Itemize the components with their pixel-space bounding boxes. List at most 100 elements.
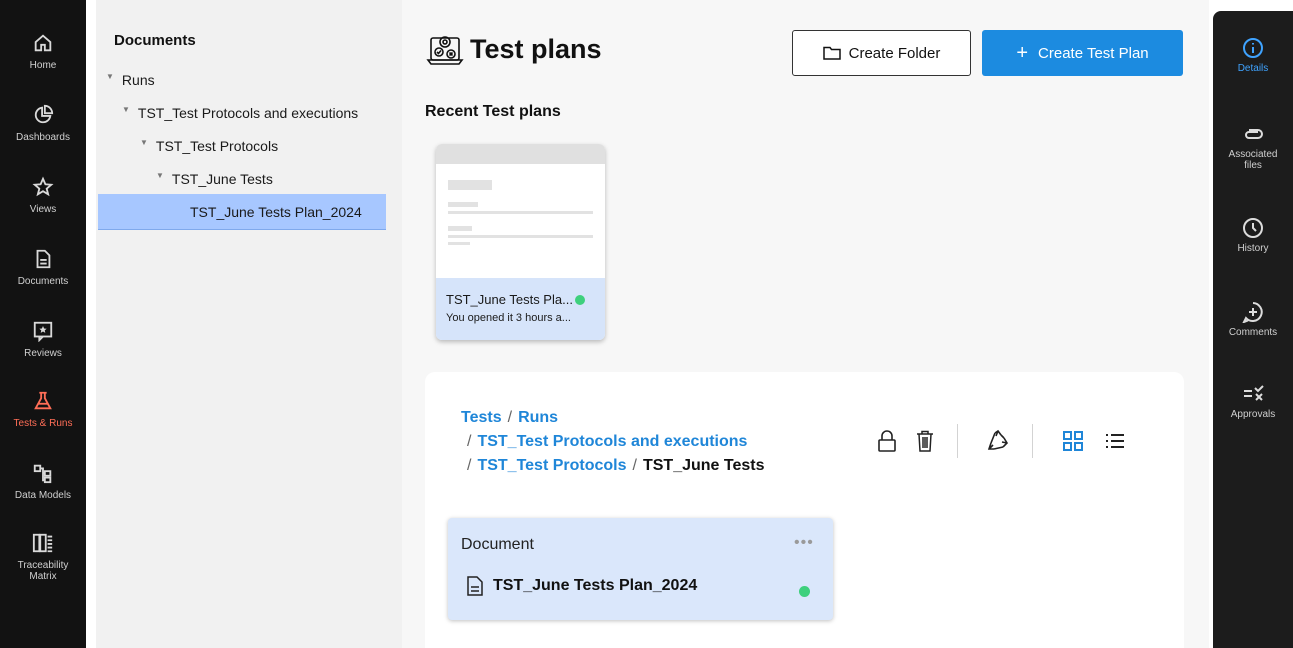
breadcrumb-separator: /: [467, 433, 472, 450]
document-name: TST_June Tests Plan_2024: [493, 577, 698, 594]
card-name: TST_June Tests Pla...: [446, 292, 573, 307]
info-icon: [1243, 38, 1263, 58]
breadcrumb-separator: /: [632, 457, 637, 474]
card-subtitle: You opened it 3 hours a...: [446, 312, 571, 324]
card-preview-thumbnail: [436, 164, 605, 278]
grid-view-icon: [1063, 431, 1083, 451]
tree-item-test-protocols[interactable]: ▼ TST_Test Protocols: [140, 138, 279, 155]
card-header-bar: [436, 144, 605, 164]
nav-item-views[interactable]: Views: [0, 176, 86, 215]
matrix-icon: [32, 533, 53, 553]
data-model-icon: [33, 464, 52, 484]
tree-item-june-tests-plan-selected[interactable]: TST_June Tests Plan_2024: [98, 194, 386, 230]
nav-label: Reviews: [24, 348, 62, 359]
tree-title: Documents: [114, 32, 196, 49]
caret-down-icon[interactable]: ▼: [156, 171, 164, 180]
breadcrumb-protocols-executions[interactable]: TST_Test Protocols and executions: [477, 433, 747, 450]
nav-item-dashboards[interactable]: Dashboards: [0, 104, 86, 143]
nav-label: Documents: [17, 276, 69, 287]
details-rail: Details Associated files History Comment…: [1213, 11, 1293, 648]
recent-section-title: Recent Test plans: [425, 103, 561, 120]
page-header: Test plans: [426, 30, 602, 68]
main-content: Test plans Create Folder + Create Test P…: [402, 0, 1209, 648]
tree-item-runs[interactable]: ▼ Runs: [106, 72, 155, 89]
breadcrumb-separator: /: [467, 457, 472, 474]
document-card-header: Document: [461, 536, 534, 553]
nav-label: Home: [29, 60, 57, 71]
nav-label: Tests & Runs: [13, 418, 73, 429]
list-view-icon: [1106, 434, 1124, 448]
toolbar-divider: [1032, 424, 1033, 458]
nav-label: Dashboards: [16, 132, 70, 143]
tree-item-label: Runs: [121, 72, 155, 88]
create-test-plan-button[interactable]: + Create Test Plan: [982, 30, 1183, 76]
document-icon: [36, 249, 51, 269]
dashboards-icon: [34, 104, 54, 124]
caret-down-icon[interactable]: ▼: [140, 138, 148, 147]
status-dot: [799, 586, 810, 597]
recycle-icon: [987, 429, 1009, 450]
trash-icon: [917, 430, 933, 452]
left-gutter: [86, 0, 96, 648]
clock-icon: [1243, 218, 1263, 238]
nav-item-reviews[interactable]: Reviews: [0, 320, 86, 359]
lock-button[interactable]: [875, 429, 899, 453]
caret-down-icon[interactable]: ▼: [106, 72, 114, 81]
tree-item-june-tests[interactable]: ▼ TST_June Tests: [156, 171, 273, 188]
status-dot: [574, 294, 585, 305]
list-view-button[interactable]: [1103, 429, 1127, 453]
star-icon: [32, 176, 54, 197]
lock-icon: [878, 430, 896, 452]
nav-label: Traceability Matrix: [17, 560, 69, 582]
card-footer: TST_June Tests Pla... You opened it 3 ho…: [436, 278, 605, 340]
folder-toolbar: [875, 424, 1127, 458]
folder-browser-panel: Tests / Runs / TST_Test Protocols and execu…: [425, 372, 1184, 648]
rail-label: Associated files: [1228, 149, 1278, 171]
plus-icon: +: [1016, 42, 1029, 64]
delete-button[interactable]: [913, 429, 937, 453]
folder-icon: [822, 46, 841, 60]
breadcrumb: Tests / Runs / TST_Test Protocols and execu…: [461, 406, 764, 478]
breadcrumb-separator: /: [507, 409, 513, 426]
toolbar-divider: [957, 424, 958, 458]
document-link[interactable]: TST_June Tests Plan_2024: [467, 576, 697, 596]
tree-item-label: TST_Test Protocols: [155, 138, 279, 154]
review-star-icon: [33, 321, 53, 342]
flask-icon: [34, 391, 52, 410]
page-title: Test plans: [470, 33, 602, 64]
card-name-row: TST_June Tests Pla...: [446, 292, 595, 307]
nav-item-traceability-matrix[interactable]: Traceability Matrix: [0, 532, 86, 582]
rail-item-approvals[interactable]: Approvals: [1213, 385, 1293, 420]
nav-item-data-models[interactable]: Data Models: [0, 462, 86, 501]
caret-down-icon[interactable]: ▼: [122, 105, 130, 114]
nav-item-documents[interactable]: Documents: [0, 248, 86, 287]
file-icon: [467, 576, 483, 596]
nav-item-tests-runs[interactable]: Tests & Runs: [0, 390, 86, 429]
create-folder-button[interactable]: Create Folder: [792, 30, 971, 76]
document-card[interactable]: Document ••• TST_June Tests Plan_2024: [448, 518, 833, 620]
breadcrumb-runs[interactable]: Runs: [518, 409, 558, 426]
rail-item-comments[interactable]: Comments: [1213, 301, 1293, 338]
tree-item-label: TST_June Tests Plan_2024: [190, 203, 362, 220]
more-options-icon[interactable]: •••: [794, 534, 814, 552]
tree-item-test-protocols-executions[interactable]: ▼ TST_Test Protocols and executions: [122, 105, 358, 122]
tree-item-label: TST_June Tests: [171, 171, 273, 187]
breadcrumb-protocols[interactable]: TST_Test Protocols: [477, 457, 626, 474]
grid-view-button[interactable]: [1061, 429, 1085, 453]
rail-label: History: [1237, 243, 1269, 254]
rail-item-associated-files[interactable]: Associated files: [1213, 125, 1293, 171]
rail-item-details[interactable]: Details: [1213, 37, 1293, 74]
recycle-button[interactable]: [986, 429, 1010, 453]
breadcrumb-tests[interactable]: Tests: [461, 409, 502, 426]
nav-item-home[interactable]: Home: [0, 32, 86, 71]
recent-test-plan-card[interactable]: TST_June Tests Pla... You opened it 3 ho…: [436, 144, 605, 340]
nav-label: Views: [29, 204, 57, 215]
rail-label: Approvals: [1230, 409, 1276, 420]
rail-label: Details: [1237, 63, 1269, 74]
breadcrumb-current: TST_June Tests: [642, 457, 765, 474]
left-navigation: Home Dashboards Views Documents Reviews …: [0, 0, 86, 648]
rail-item-history[interactable]: History: [1213, 217, 1293, 254]
create-folder-label: Create Folder: [848, 44, 941, 62]
home-icon: [34, 34, 52, 52]
document-tree-panel: Documents ▼ Runs ▼ TST_Test Protocols an…: [96, 0, 402, 648]
